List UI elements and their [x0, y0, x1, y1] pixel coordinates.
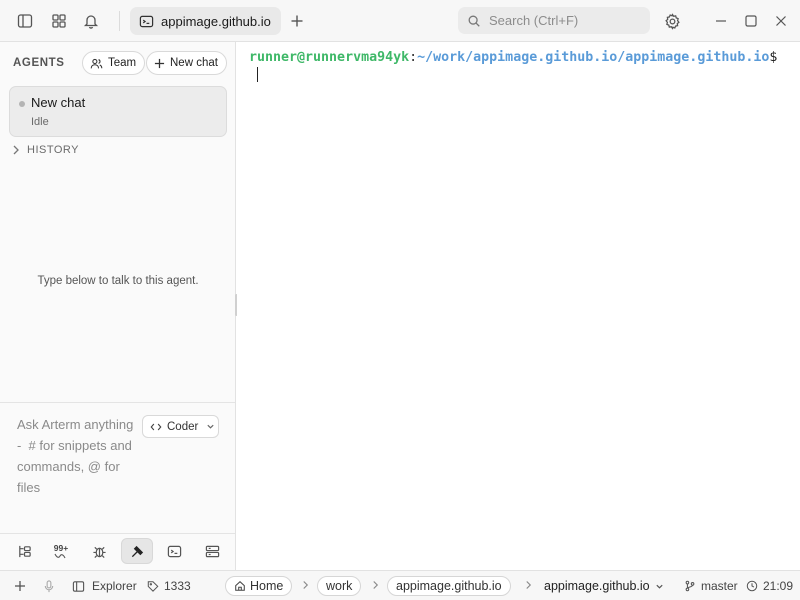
token-count[interactable]: 1333: [147, 571, 191, 600]
panels-icon[interactable]: [199, 538, 225, 564]
prompt-symbol: $: [769, 50, 778, 65]
chevron-down-icon: [655, 582, 664, 591]
breadcrumb-current[interactable]: appimage.github.io: [544, 571, 664, 600]
team-label: Team: [108, 57, 137, 69]
agents-header: AGENTS: [13, 57, 65, 69]
prompt-line: runner@runnervma94yk:~/work/appimage.git…: [249, 49, 784, 86]
history-toggle[interactable]: HISTORY: [12, 144, 79, 156]
new-chat-button[interactable]: New chat: [146, 51, 227, 75]
search-icon: [467, 14, 481, 28]
bell-icon[interactable]: [80, 10, 102, 32]
agent-name: New chat: [31, 95, 86, 110]
agents-sidebar: AGENTS Team New chat New chat Idle HISTO…: [0, 42, 236, 570]
badge-count: 99+: [53, 542, 69, 553]
prompt-colon: :: [409, 50, 418, 65]
terminal-icon[interactable]: [161, 538, 187, 564]
mode-label: Coder: [167, 420, 199, 433]
tree-icon[interactable]: [11, 538, 37, 564]
explorer-label: Explorer: [92, 579, 137, 593]
toolbar-divider: [0, 533, 235, 534]
agent-icon[interactable]: [121, 538, 153, 564]
close-icon[interactable]: [770, 10, 792, 32]
breadcrumb-repo[interactable]: appimage.github.io: [387, 576, 511, 596]
sidebar-toggle-icon[interactable]: [14, 10, 36, 32]
breadcrumb-home[interactable]: Home: [225, 576, 293, 596]
bug-icon[interactable]: [86, 538, 112, 564]
tab-label: appimage.github.io: [161, 13, 271, 29]
plus-icon[interactable]: [286, 10, 308, 32]
time-label: 21:09: [763, 579, 794, 593]
mode-selector[interactable]: Coder: [142, 415, 219, 438]
tab-appimage[interactable]: appimage.github.io: [130, 7, 281, 35]
clock-icon: [746, 580, 758, 592]
branch-label: master: [701, 579, 738, 593]
clock: 21:09: [746, 571, 793, 600]
team-icon: [90, 57, 103, 70]
apps-grid-icon[interactable]: [48, 10, 70, 32]
microphone-icon[interactable]: [43, 571, 55, 600]
breadcrumb-current-label: appimage.github.io: [544, 579, 650, 593]
chevron-right-icon: [525, 580, 532, 590]
team-button[interactable]: Team: [82, 51, 146, 75]
breadcrumb-home-label: Home: [250, 579, 284, 593]
minimize-icon[interactable]: [710, 10, 732, 32]
title-bar: appimage.github.io: [0, 0, 800, 42]
composer-divider: [0, 402, 235, 403]
history-label: HISTORY: [27, 144, 79, 156]
composer-input[interactable]: Ask Arterm anything - # for snippets and…: [17, 414, 139, 498]
chevron-right-icon: [12, 145, 20, 155]
home-icon: [234, 580, 246, 592]
chevron-down-icon: [206, 422, 215, 431]
terminal-cursor: [257, 67, 258, 82]
notifications-badge[interactable]: 99+: [48, 538, 74, 564]
tag-icon: [147, 580, 159, 592]
breadcrumb-work-label: work: [326, 579, 353, 593]
prompt-path: ~/work/appimage.github.io/appimage.githu…: [417, 50, 770, 65]
agent-card[interactable]: New chat Idle: [9, 86, 227, 137]
git-branch[interactable]: master: [684, 571, 738, 600]
terminal-pane[interactable]: runner@runnervma94yk:~/work/appimage.git…: [237, 42, 800, 570]
status-bar: Explorer 1333 Home work appimage.github.…: [0, 570, 800, 600]
gear-icon[interactable]: [661, 10, 683, 32]
explorer-icon: [72, 580, 85, 593]
terminal-tab-icon: [139, 14, 154, 29]
chevron-right-icon: [302, 580, 309, 590]
chevron-right-icon: [372, 580, 379, 590]
code-icon: [150, 421, 162, 433]
branch-icon: [684, 580, 696, 592]
breadcrumb-work[interactable]: work: [317, 576, 362, 596]
search-box[interactable]: [458, 7, 650, 34]
empty-state-message: Type below to talk to this agent.: [37, 275, 199, 287]
search-input[interactable]: [489, 13, 639, 28]
add-icon[interactable]: [14, 571, 26, 600]
prompt-user: runner@runnervma94yk: [249, 50, 410, 65]
new-chat-label: New chat: [170, 57, 218, 69]
agent-status: Idle: [31, 116, 49, 128]
plus-icon: [154, 58, 165, 69]
breadcrumb-repo-label: appimage.github.io: [396, 579, 502, 593]
maximize-icon[interactable]: [740, 10, 762, 32]
status-dot: [19, 101, 25, 107]
explorer-button[interactable]: Explorer: [72, 571, 137, 600]
titlebar-divider: [119, 11, 120, 31]
count-value: 1333: [164, 579, 191, 593]
